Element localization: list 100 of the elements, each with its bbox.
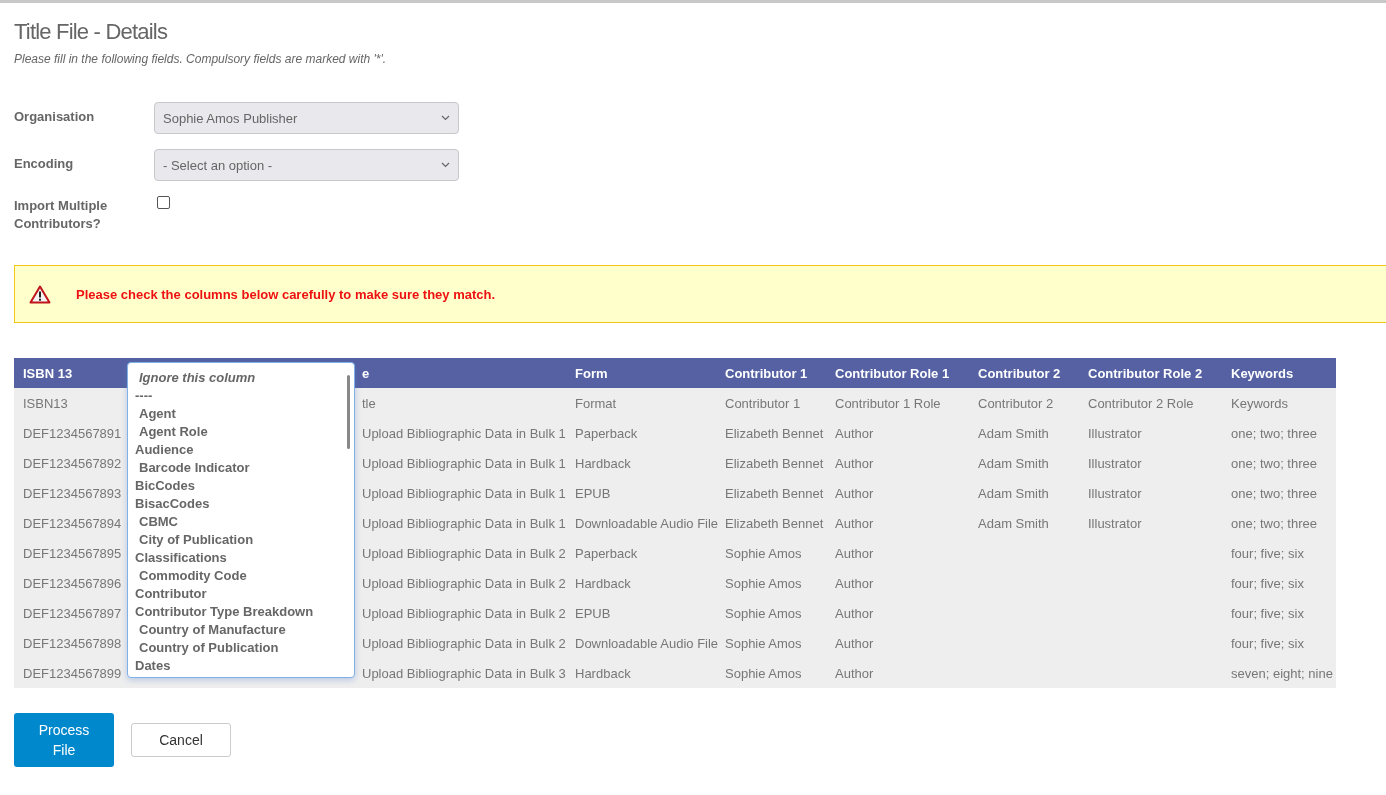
table-cell: DEF1234567891 — [23, 425, 122, 441]
table-cell: one; two; three — [1231, 425, 1317, 441]
table-cell: Sophie Amos — [725, 665, 802, 681]
table-cell: DEF1234567897 — [23, 605, 122, 621]
table-cell: one; two; three — [1231, 485, 1317, 501]
table-cell: Upload Bibliographic Data in Bulk 1 — [362, 455, 566, 471]
dropdown-option[interactable]: Agent — [135, 405, 176, 423]
dropdown-option[interactable]: Dates — [135, 657, 171, 675]
table-cell: DEF1234567899 — [23, 665, 122, 681]
table-cell: Contributor 1 Role — [835, 395, 941, 411]
table-cell: EPUB — [575, 605, 611, 621]
column-header: Contributor 2 — [978, 365, 1061, 381]
table-cell: Author — [835, 665, 874, 681]
table-cell: Downloadable Audio File — [575, 515, 719, 531]
table-cell: tle — [362, 395, 376, 411]
table-cell: Illustrator — [1088, 455, 1142, 471]
dropdown-option[interactable]: BicCodes — [135, 477, 195, 495]
dropdown-option[interactable]: Commodity Code — [135, 567, 247, 585]
cancel-button[interactable]: Cancel — [131, 723, 231, 757]
dropdown-option[interactable]: CBMC — [135, 513, 178, 531]
process-button[interactable]: Process File — [14, 713, 114, 767]
table-cell: Paperback — [575, 545, 638, 561]
table-cell: Sophie Amos — [725, 575, 802, 591]
table-cell: Upload Bibliographic Data in Bulk 2 — [362, 545, 566, 561]
warning-message: Please check the columns below carefully to make sure they match. — [76, 286, 496, 302]
dropdown-option[interactable]: ---- — [135, 387, 153, 405]
page-title: Title File - Details — [14, 19, 169, 45]
table-cell: Elizabeth Bennet — [725, 425, 824, 441]
table-cell: Hardback — [575, 455, 631, 471]
table-cell: Contributor 2 — [978, 395, 1054, 411]
table-cell: Upload Bibliographic Data in Bulk 3 — [362, 665, 566, 681]
dropdown-option[interactable]: Agent Role — [135, 423, 208, 441]
field-label: Import Multiple Contributors? — [14, 197, 109, 233]
table-cell: Adam Smith — [978, 455, 1049, 471]
table-cell: DEF1234567898 — [23, 635, 122, 651]
dropdown-option[interactable]: Audience — [135, 441, 194, 459]
dropdown-option[interactable]: Barcode Indicator — [135, 459, 250, 477]
table-cell: DEF1234567894 — [23, 515, 122, 531]
table-cell: Author — [835, 485, 874, 501]
dropdown-option[interactable]: Classifications — [135, 549, 227, 567]
table-cell: Elizabeth Bennet — [725, 485, 824, 501]
dropdown-option[interactable]: Contributor — [135, 585, 207, 603]
table-cell: Sophie Amos — [725, 635, 802, 651]
table-cell: Adam Smith — [978, 485, 1049, 501]
table-cell: Upload Bibliographic Data in Bulk 1 — [362, 425, 566, 441]
table-cell: Upload Bibliographic Data in Bulk 2 — [362, 635, 566, 651]
dropdown-option[interactable]: Country of Manufacture — [135, 621, 286, 639]
dropdown-option[interactable]: City of Publication — [135, 531, 254, 549]
table-cell: Author — [835, 545, 874, 561]
table-cell: Upload Bibliographic Data in Bulk 1 — [362, 485, 566, 501]
table-cell: DEF1234567892 — [23, 455, 122, 471]
table-cell: Adam Smith — [978, 425, 1049, 441]
scrollbar-thumb[interactable] — [347, 375, 350, 449]
table-cell: Keywords — [1231, 395, 1289, 411]
field-label: Organisation — [14, 108, 96, 126]
instructions-text: Please fill in the following fields. Compulsory fields are marked with '*'. — [14, 52, 388, 66]
checkbox[interactable] — [157, 196, 170, 209]
table-cell: Author — [835, 575, 874, 591]
column-header: Contributor Role 2 — [1088, 365, 1203, 381]
table-cell: Contributor 2 Role — [1088, 395, 1194, 411]
column-header: e — [362, 365, 370, 381]
table-cell: four; five; six — [1231, 575, 1304, 591]
table-cell: Author — [835, 455, 874, 471]
column-header: ISBN 13 — [23, 365, 73, 381]
table-cell: Upload Bibliographic Data in Bulk 1 — [362, 515, 566, 531]
table-cell: seven; eight; nine — [1231, 665, 1333, 681]
dropdown-option[interactable]: BisacCodes — [135, 495, 210, 513]
table-cell: Illustrator — [1088, 515, 1142, 531]
select-field[interactable]: - Select an option - — [154, 149, 459, 181]
select-field[interactable]: Sophie Amos Publisher — [154, 102, 459, 134]
table-cell: DEF1234567895 — [23, 545, 122, 561]
table-cell: Upload Bibliographic Data in Bulk 2 — [362, 605, 566, 621]
dropdown-option[interactable]: Ignore this column — [135, 369, 256, 387]
table-cell: one; two; three — [1231, 515, 1317, 531]
table-cell: Hardback — [575, 665, 631, 681]
table-cell: Upload Bibliographic Data in Bulk 2 — [362, 575, 566, 591]
table-cell: one; two; three — [1231, 455, 1317, 471]
table-cell: Hardback — [575, 575, 631, 591]
dropdown-option[interactable]: Country of Publication — [135, 639, 279, 657]
table-cell: Author — [835, 605, 874, 621]
table-cell: Format — [575, 395, 617, 411]
table-cell: DEF1234567896 — [23, 575, 122, 591]
table-cell: Adam Smith — [978, 515, 1049, 531]
table-cell: Author — [835, 425, 874, 441]
table-cell: Illustrator — [1088, 425, 1142, 441]
table-cell: Downloadable Audio File — [575, 635, 719, 651]
table-cell: Illustrator — [1088, 485, 1142, 501]
table-cell: Contributor 1 — [725, 395, 801, 411]
table-cell: DEF1234567893 — [23, 485, 122, 501]
field-label: Encoding — [14, 155, 75, 173]
table-cell: Author — [835, 515, 874, 531]
table-cell: four; five; six — [1231, 545, 1304, 561]
dropdown-option[interactable]: Contributor Type Breakdown — [135, 603, 314, 621]
table-cell: four; five; six — [1231, 635, 1304, 651]
table-cell: Paperback — [575, 425, 638, 441]
table-cell: Author — [835, 635, 874, 651]
column-header: Contributor 1 — [725, 365, 808, 381]
table-cell: ISBN13 — [23, 395, 68, 411]
table-cell: Sophie Amos — [725, 545, 802, 561]
column-header: Keywords — [1231, 365, 1294, 381]
